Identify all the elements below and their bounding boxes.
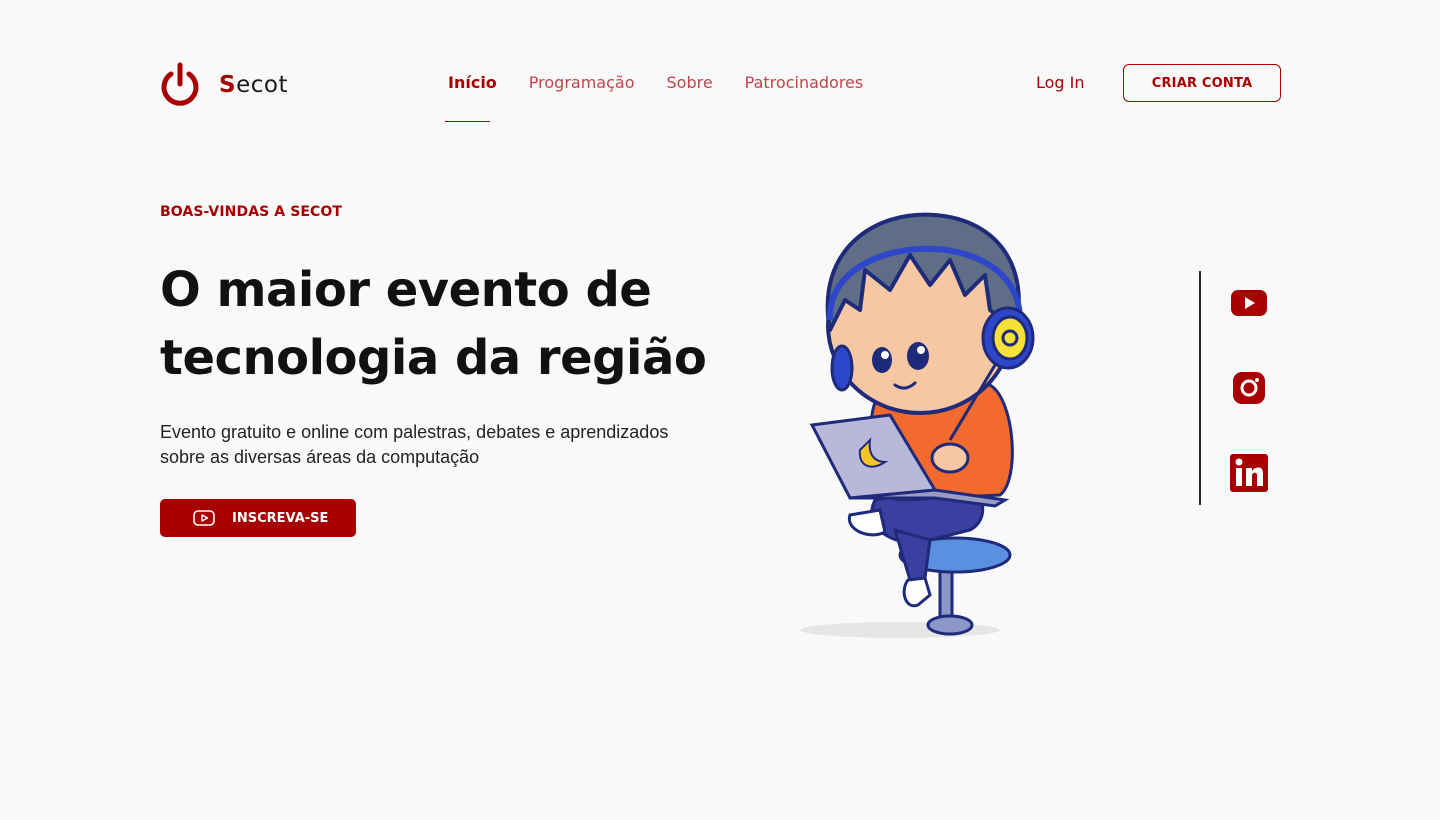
instagram-link[interactable]	[1229, 368, 1269, 408]
power-icon	[161, 62, 199, 106]
nav-item-inicio[interactable]: Início	[448, 73, 497, 92]
brand-rest: ecot	[236, 72, 288, 98]
linkedin-icon	[1230, 454, 1268, 492]
subscribe-button[interactable]: INSCREVA-SE	[160, 499, 356, 537]
linkedin-link[interactable]	[1229, 453, 1269, 493]
youtube-icon	[1231, 290, 1267, 316]
brand-name: Secot	[219, 72, 288, 98]
hero-description: Evento gratuito e online com palestras, …	[160, 422, 669, 467]
social-divider	[1199, 271, 1201, 505]
login-link[interactable]: Log In	[1036, 73, 1085, 92]
nav-item-programacao[interactable]: Programação	[529, 73, 635, 92]
nav-item-patrocinadores[interactable]: Patrocinadores	[745, 73, 864, 92]
subscribe-button-label: INSCREVA-SE	[232, 510, 329, 526]
active-nav-indicator	[445, 121, 490, 122]
youtube-link[interactable]	[1229, 283, 1269, 323]
main-nav: Início Programação Sobre Patrocinadores	[448, 73, 895, 92]
signup-button[interactable]: CRIAR CONTA	[1123, 64, 1281, 102]
nav-item-sobre[interactable]: Sobre	[667, 73, 713, 92]
hero-eyebrow: BOAS-VINDAS A SECOT	[160, 204, 343, 220]
brand-initial: S	[219, 72, 237, 98]
hero-title: O maior evento de tecnologia da região	[160, 262, 707, 386]
instagram-icon	[1233, 372, 1265, 404]
hero-illustration	[800, 212, 1035, 638]
youtube-icon	[193, 510, 215, 526]
logo[interactable]: Secot	[160, 62, 288, 108]
